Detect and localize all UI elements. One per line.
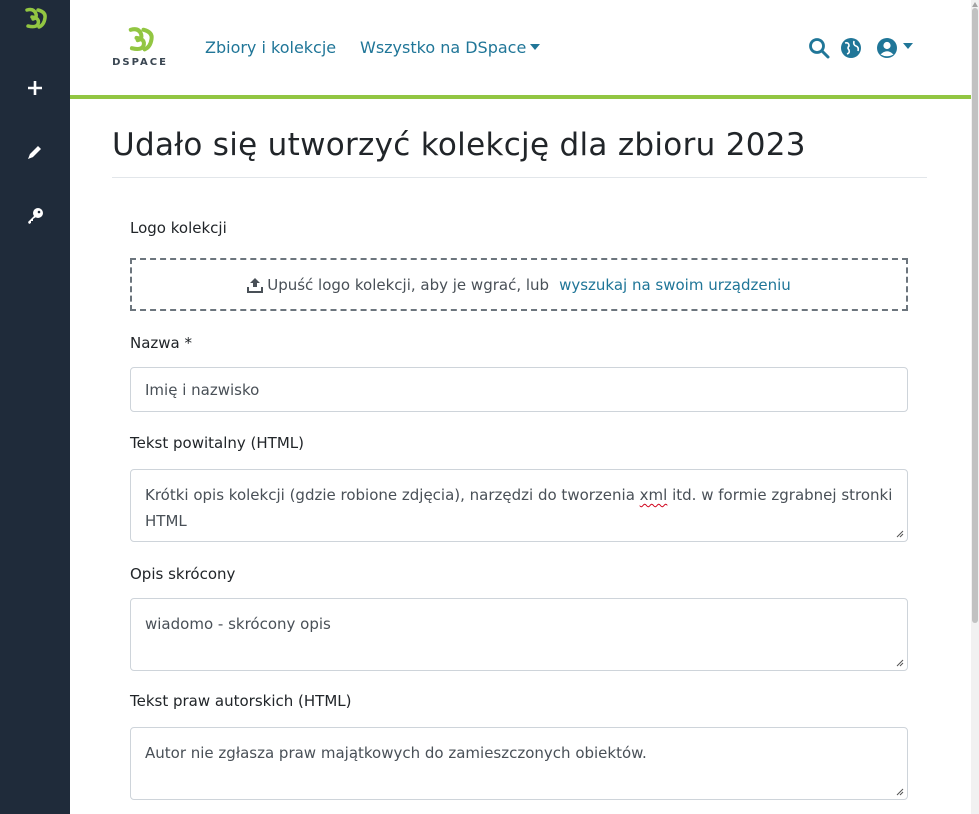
caret-down-icon xyxy=(530,43,541,50)
title-divider xyxy=(112,177,927,178)
browse-device-link[interactable]: wyszukaj na swoim urządzeniu xyxy=(559,276,791,294)
header-accent-line xyxy=(70,95,971,99)
nav-browse-label: Wszystko na DSpace xyxy=(360,38,527,57)
upload-icon xyxy=(247,277,264,293)
user-menu-button[interactable] xyxy=(874,35,914,61)
user-circle-icon xyxy=(876,38,897,58)
dropzone-text: Upuść logo kolekcji, aby je wgrać, lub xyxy=(267,275,550,294)
copyright-value: Autor nie zgłasza praw majątkowych do za… xyxy=(145,744,647,762)
short-description-textarea[interactable]: wiadomo - skrócony opis xyxy=(130,598,908,671)
caret-down-icon xyxy=(902,43,913,49)
name-label: Nazwa * xyxy=(130,334,193,352)
globe-icon[interactable] xyxy=(838,35,864,61)
short-description-label: Opis skrócony xyxy=(130,565,236,583)
name-input-value: Imię i nazwisko xyxy=(145,380,260,399)
dspace-brand-logo[interactable]: DSPACE xyxy=(110,25,170,77)
page-title: Udało się utworzyć kolekcję dla zbioru 2… xyxy=(112,127,806,163)
sidebar-edit-pencil-icon[interactable] xyxy=(0,132,70,172)
name-input[interactable]: Imię i nazwisko xyxy=(130,367,908,412)
scrollbar-thumb[interactable] xyxy=(972,8,978,623)
sidebar-add-icon[interactable] xyxy=(0,68,70,108)
logo-dropzone[interactable]: Upuść logo kolekcji, aby je wgrać, lub w… xyxy=(130,258,908,311)
brand-name: DSPACE xyxy=(112,57,168,68)
nav-browse-dropdown[interactable]: Wszystko na DSpace xyxy=(360,38,541,57)
dspace-logo-icon xyxy=(128,27,154,52)
sidebar-access-key-icon[interactable] xyxy=(0,196,70,236)
site-header: DSPACE Zbiory i kolekcje Wszystko na DSp… xyxy=(70,0,971,95)
logo-label: Logo kolekcji xyxy=(130,219,227,237)
resize-handle-icon[interactable] xyxy=(896,530,904,538)
intro-text-before: Krótki opis kolekcji (gdzie robione zdję… xyxy=(145,486,640,504)
intro-textarea[interactable]: Krótki opis kolekcji (gdzie robione zdję… xyxy=(130,469,908,542)
search-icon[interactable] xyxy=(806,35,832,61)
scroll-up-arrow-icon[interactable] xyxy=(971,0,979,8)
short-description-value: wiadomo - skrócony opis xyxy=(145,615,331,633)
nav-communities-link[interactable]: Zbiory i kolekcje xyxy=(205,38,336,57)
intro-text-misspelled: xml xyxy=(639,486,668,504)
resize-handle-icon[interactable] xyxy=(896,659,904,667)
copyright-label: Tekst praw autorskich (HTML) xyxy=(130,692,352,710)
sidebar-dspace-logo-icon[interactable] xyxy=(0,0,70,58)
intro-label: Tekst powitalny (HTML) xyxy=(130,434,304,452)
admin-sidebar xyxy=(0,0,70,814)
copyright-textarea[interactable]: Autor nie zgłasza praw majątkowych do za… xyxy=(130,727,908,800)
resize-handle-icon[interactable] xyxy=(896,788,904,796)
